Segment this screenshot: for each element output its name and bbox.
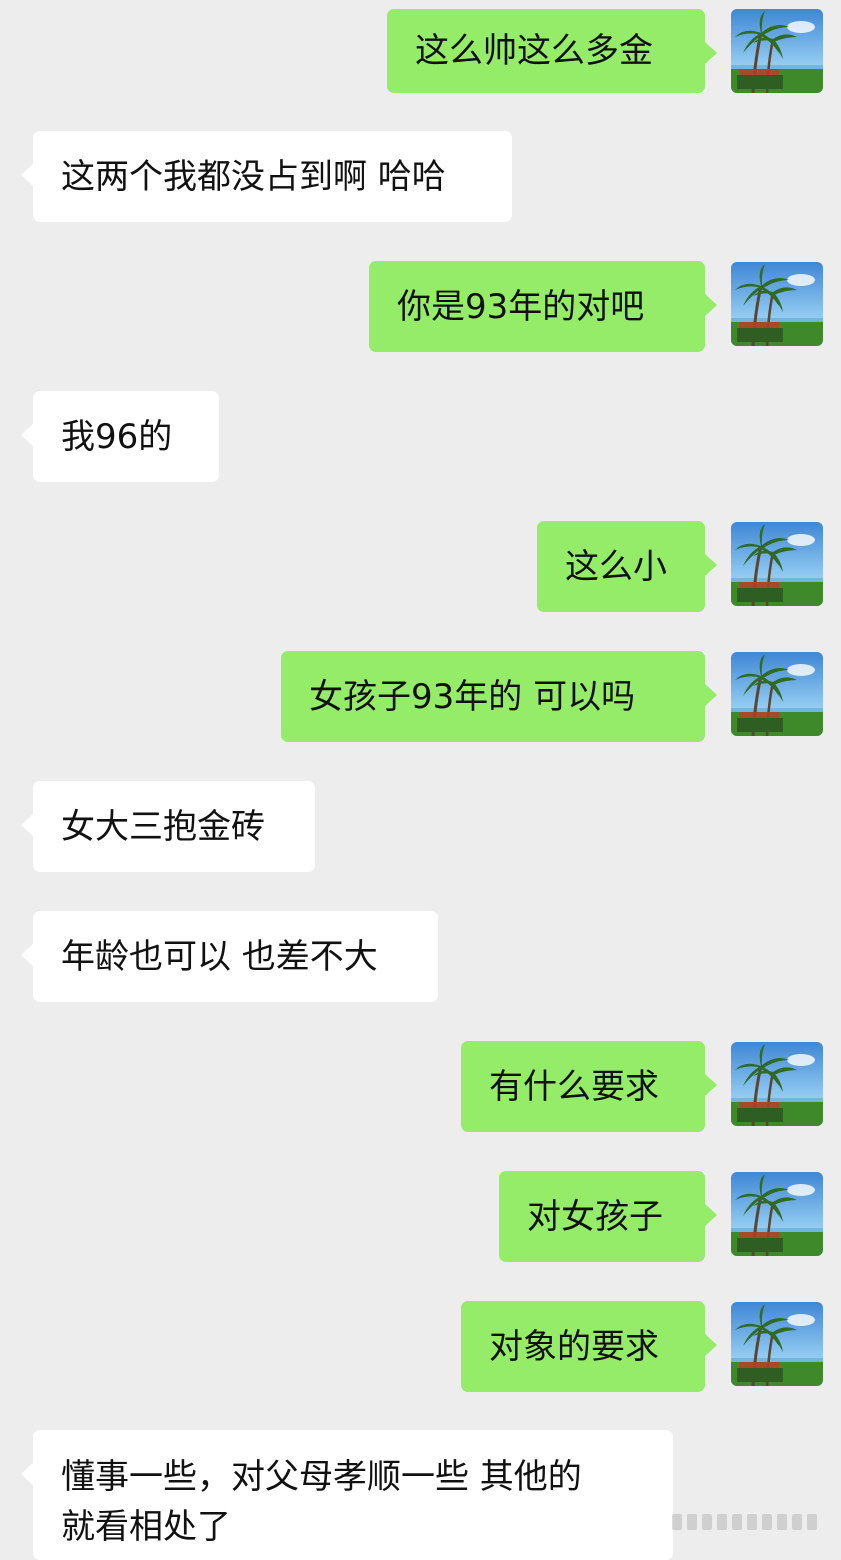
incoming-message-bubble[interactable]: 我96的: [21, 391, 219, 482]
message-text: 女大三抱金砖: [61, 806, 265, 847]
message-text: 这两个我都没占到啊 哈哈: [61, 156, 446, 197]
incoming-message-bubble[interactable]: 女大三抱金砖: [21, 781, 315, 872]
my-avatar[interactable]: [731, 1302, 823, 1386]
message-text: 对象的要求: [489, 1326, 659, 1367]
outgoing-message-bubble[interactable]: 女孩子93年的 可以吗: [281, 651, 717, 742]
watermark: [672, 1512, 832, 1532]
incoming-message-bubble[interactable]: 年龄也可以 也差不大: [21, 911, 438, 1002]
incoming-message-bubble[interactable]: 这两个我都没占到啊 哈哈: [21, 131, 512, 222]
palm-tree-avatar-icon: [731, 1042, 823, 1126]
message-text: 有什么要求: [489, 1066, 659, 1107]
outgoing-message-bubble[interactable]: 对女孩子: [499, 1171, 717, 1262]
message-text: 这么小: [565, 546, 667, 587]
my-avatar[interactable]: [731, 9, 823, 93]
palm-tree-avatar-icon: [731, 522, 823, 606]
incoming-message-bubble[interactable]: 懂事一些，对父母孝顺一些 其他的 就看相处了: [21, 1430, 673, 1560]
palm-tree-avatar-icon: [731, 9, 823, 93]
my-avatar[interactable]: [731, 522, 823, 606]
my-avatar[interactable]: [731, 262, 823, 346]
message-text: 我96的: [61, 416, 173, 457]
message-text: 对女孩子: [527, 1196, 663, 1237]
outgoing-message-bubble[interactable]: 这么帅这么多金: [387, 9, 717, 93]
chat-message-list[interactable]: 这么帅这么多金 这两个我都没占到啊 哈哈 你是93年的对吧 我96的 这么小 女…: [0, 0, 841, 1560]
palm-tree-avatar-icon: [731, 1172, 823, 1256]
outgoing-message-bubble[interactable]: 你是93年的对吧: [369, 261, 717, 352]
my-avatar[interactable]: [731, 652, 823, 736]
palm-tree-avatar-icon: [731, 652, 823, 736]
outgoing-message-bubble[interactable]: 对象的要求: [461, 1301, 717, 1392]
message-text: 年龄也可以 也差不大: [61, 936, 378, 977]
message-text-line-1: 懂事一些，对父母孝顺一些 其他的: [61, 1457, 582, 1497]
message-text: 这么帅这么多金: [415, 31, 653, 71]
my-avatar[interactable]: [731, 1172, 823, 1256]
my-avatar[interactable]: [731, 1042, 823, 1126]
message-text: 你是93年的对吧: [397, 286, 645, 327]
message-text: 女孩子93年的 可以吗: [309, 676, 636, 717]
outgoing-message-bubble[interactable]: 这么小: [537, 521, 717, 612]
palm-tree-avatar-icon: [731, 262, 823, 346]
palm-tree-avatar-icon: [731, 1302, 823, 1386]
outgoing-message-bubble[interactable]: 有什么要求: [461, 1041, 717, 1132]
